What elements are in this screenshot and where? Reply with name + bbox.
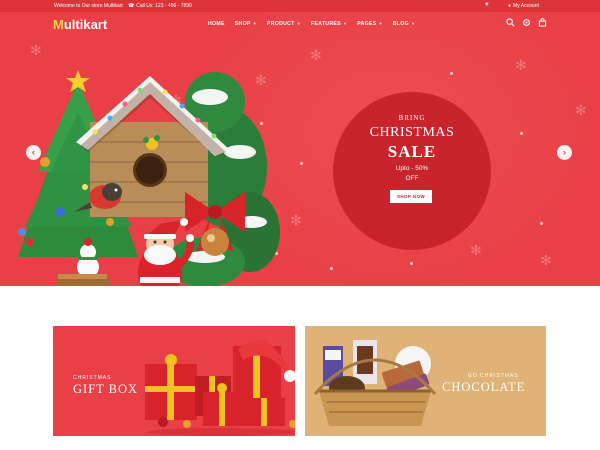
slider-next-button[interactable]: ›: [557, 145, 572, 160]
settings-icon[interactable]: [522, 18, 531, 29]
snow-dot: [520, 132, 523, 135]
hero-slider: ✻ ✻ ✻ ✻ ✻ ✻ ✻ ✻ ✻ Multikart HOME SHOP▼ P…: [0, 12, 600, 286]
snow-dot: [330, 267, 333, 270]
chocolate-basket-image: [313, 340, 437, 426]
logo-text: ultikart: [63, 17, 108, 32]
banner-subtitle: GO CHRISTMAS: [468, 373, 519, 379]
chevron-down-icon: ▼: [252, 21, 257, 26]
snow-dot: [410, 262, 413, 265]
logo[interactable]: Multikart: [53, 17, 107, 32]
nav-home[interactable]: HOME: [208, 21, 225, 27]
phone-icon: ☎: [128, 3, 135, 9]
promo-bring: BRING: [398, 114, 426, 122]
promo-christmas: CHRISTMAS: [369, 125, 455, 140]
banner-subtitle: CHRISTMAS: [73, 375, 112, 381]
nav-pages[interactable]: PAGES ▼: [357, 21, 383, 27]
banner-title: CHOCOLATE: [442, 380, 526, 394]
sled: [55, 274, 110, 286]
logo-initial: M: [53, 17, 64, 32]
snowflake-icon: ✻: [575, 102, 587, 118]
wishlist-heart-icon[interactable]: ♥: [485, 2, 489, 8]
chocolate-banner[interactable]: GO CHRISTMAS CHOCOLATE: [305, 326, 546, 436]
search-icon[interactable]: [506, 18, 515, 29]
chevron-down-icon: ▼: [342, 21, 348, 26]
snow-dot: [540, 222, 543, 225]
promo-off: OFF: [405, 175, 419, 182]
banner-title: GIFT BOX: [73, 382, 139, 396]
chevron-down-icon: ▼: [296, 21, 301, 26]
my-account-label: My Account: [513, 3, 539, 9]
gift-box-banner[interactable]: CHRISTMAS GIFT BOX: [53, 326, 295, 436]
snowflake-icon: ✻: [290, 212, 302, 228]
nav-features[interactable]: FEATURES ▼: [311, 21, 347, 27]
call-info: ☎ Call Us: 123 - 456 - 7890: [128, 3, 192, 9]
main-nav: HOME SHOP ▼ PRODUCT ▼ FEATURES ▼ PAGES ▼ BLO…: [208, 21, 425, 27]
cart-icon[interactable]: [538, 18, 547, 29]
shop-now-button[interactable]: SHOP NOW: [390, 190, 432, 203]
nav-blog[interactable]: BLOG ▼: [393, 21, 415, 27]
snowflake-icon: ✻: [310, 47, 322, 63]
user-icon: ●: [508, 3, 512, 9]
my-account-link[interactable]: ● My Account: [508, 3, 539, 9]
promo-discount: Upto - 50%: [395, 165, 429, 172]
snowflake-icon: ✻: [515, 57, 527, 73]
snowflake-icon: ✻: [470, 242, 482, 258]
snowflake-icon: ✻: [540, 252, 552, 268]
snow-dot: [300, 162, 303, 165]
chevron-down-icon: ▼: [378, 21, 383, 26]
top-bar: Welcome to Our store Multikart ☎ Call Us:…: [0, 0, 600, 12]
chevron-down-icon: ▼: [410, 21, 416, 26]
chevron-right-icon: ›: [563, 147, 566, 157]
promo-sale: SALE: [387, 142, 437, 161]
christmas-scene-illustration: [18, 70, 280, 286]
nav-shop[interactable]: SHOP ▼: [235, 21, 257, 27]
nav-product[interactable]: PRODUCT ▼: [267, 21, 301, 27]
snow-dot: [450, 72, 453, 75]
gift-boxes-image: [145, 340, 295, 436]
welcome-text: Welcome to Our store Multikart: [54, 3, 123, 9]
sale-promo-circle: BRING CHRISTMAS SALE Upto - 50% OFF SHOP…: [333, 92, 491, 250]
call-text: Call Us: 123 - 456 - 7890: [136, 3, 192, 9]
